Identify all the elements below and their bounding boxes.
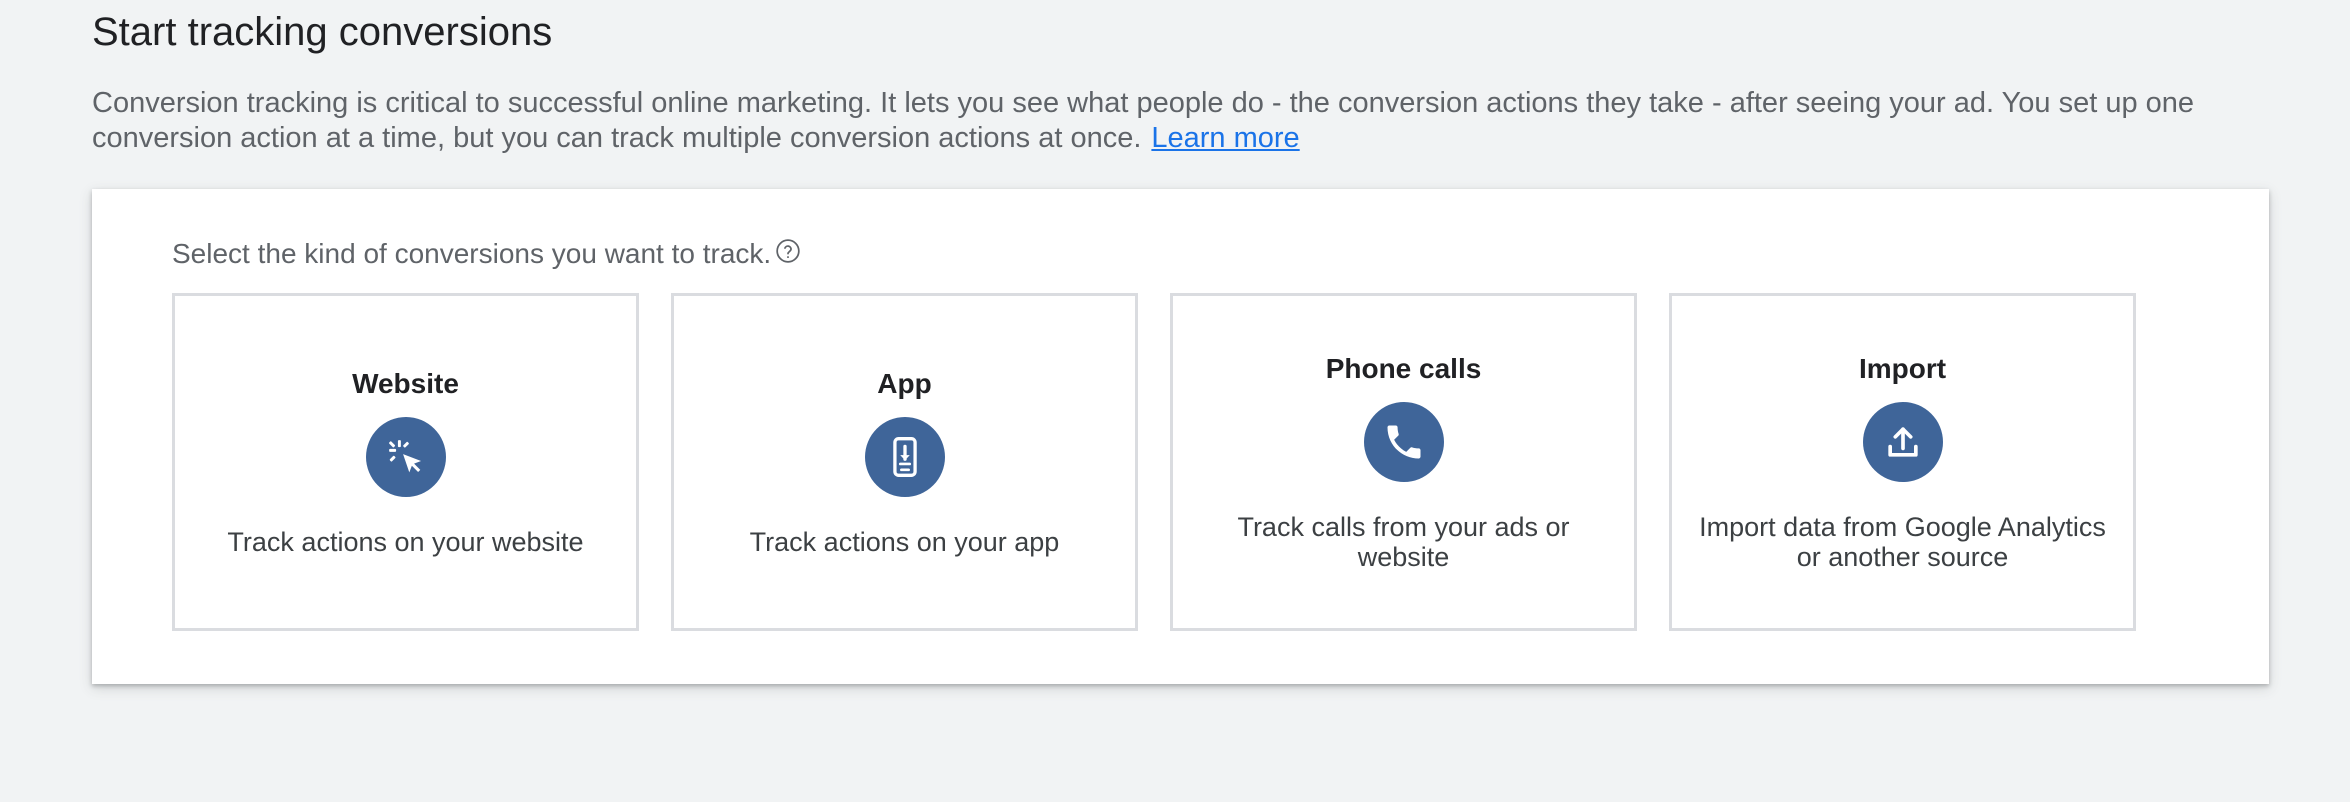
upload-icon xyxy=(1862,402,1943,482)
prompt-text: Select the kind of conversions you want … xyxy=(172,238,772,269)
option-website[interactable]: Website Track actions on your website xyxy=(172,293,639,631)
option-app[interactable]: App Track actions on your app xyxy=(671,293,1138,631)
cursor-click-icon xyxy=(365,417,446,497)
page-title: Start tracking conversions xyxy=(92,10,553,54)
option-description: Track actions on your website xyxy=(227,527,584,557)
phone-download-icon xyxy=(864,417,945,497)
option-title: Import xyxy=(1858,353,1947,384)
option-title: Website xyxy=(352,368,459,399)
learn-more-link[interactable]: Learn more xyxy=(1151,122,1299,154)
option-title: Phone calls xyxy=(1325,353,1482,384)
option-title: App xyxy=(877,368,932,399)
option-description: Import data from Google Analytics or ano… xyxy=(1699,512,2106,572)
option-description: Track calls from your ads or website xyxy=(1237,512,1570,572)
option-description: Track actions on your app xyxy=(749,527,1060,557)
conversion-options: Website Track actions on your website Ap… xyxy=(172,293,2136,631)
option-phone-calls[interactable]: Phone calls Track calls from your ads or… xyxy=(1170,293,1637,631)
help-circle-icon[interactable] xyxy=(775,238,801,264)
option-import[interactable]: Import Import data from Google Analytics… xyxy=(1669,293,2136,631)
conversion-type-prompt: Select the kind of conversions you want … xyxy=(172,237,801,271)
intro-text: Conversion tracking is critical to succe… xyxy=(92,87,2195,154)
phone-icon xyxy=(1363,402,1444,482)
intro-paragraph: Conversion tracking is critical to succe… xyxy=(92,86,2292,156)
conversion-type-card: Select the kind of conversions you want … xyxy=(92,189,2269,684)
